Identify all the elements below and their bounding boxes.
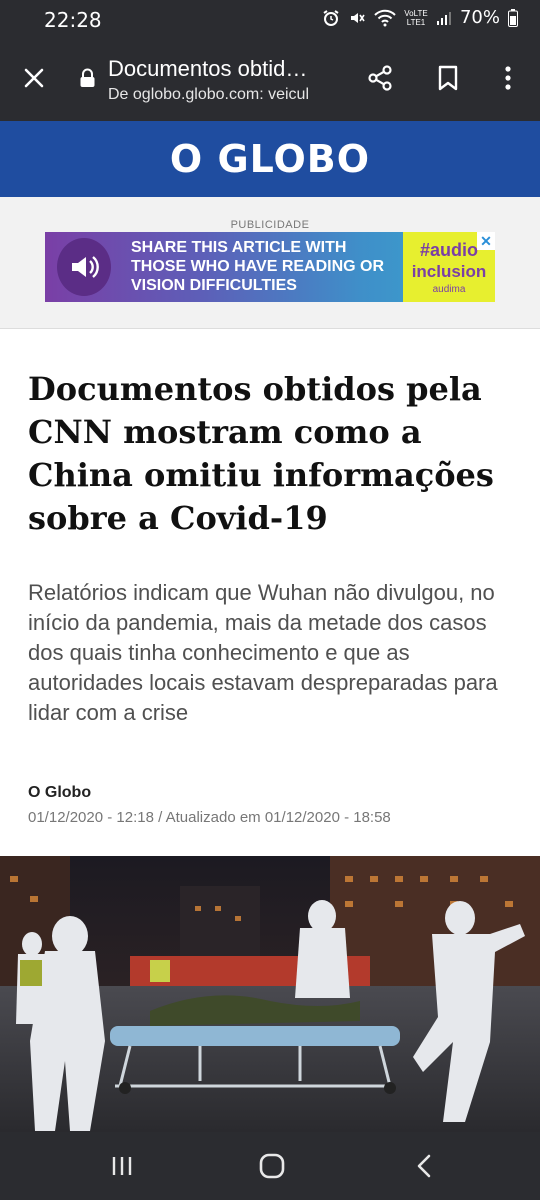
bookmark-button[interactable] [428, 58, 468, 98]
bookmark-icon [438, 65, 458, 91]
ad-brand: audima [432, 284, 466, 295]
battery-icon [508, 8, 518, 27]
more-options-button[interactable] [488, 58, 528, 98]
share-icon [368, 65, 392, 91]
page-url[interactable]: De oglobo.globo.com: veicul [108, 86, 336, 104]
article-headline: Documentos obtidos pela CNN mostram como… [28, 370, 494, 537]
alarm-icon [323, 9, 339, 26]
status-bar: 22:28 VoLTE LTE1 70% [0, 0, 540, 38]
system-nav-bar [0, 1132, 540, 1200]
wifi-icon [374, 9, 396, 26]
ad-banner[interactable]: SHARE THIS ARTICLE WITH THOSE WHO HAVE R… [45, 232, 495, 302]
lock-icon [80, 68, 95, 87]
ad-label: PUBLICIDADE [230, 219, 310, 231]
recents-button[interactable] [98, 1146, 146, 1186]
more-vert-icon [505, 66, 511, 90]
article-photo[interactable] [0, 856, 540, 1132]
signal-icon [436, 11, 451, 25]
back-icon [417, 1154, 431, 1178]
close-icon [24, 68, 44, 88]
recents-icon [112, 1157, 132, 1175]
hospital-scene-image [0, 856, 540, 1132]
page-title: Documentos obtid… [108, 56, 308, 81]
mute-icon [350, 12, 365, 23]
browser-toolbar: Documentos obtid… De oglobo.globo.com: v… [0, 38, 540, 121]
article-dates: 01/12/2020 - 12:18 / Atualizado em 01/12… [28, 809, 391, 826]
clock: 22:28 [44, 8, 102, 32]
share-button[interactable] [360, 58, 400, 98]
close-button[interactable] [14, 58, 54, 98]
battery-level: 70% [459, 7, 500, 28]
speaker-icon [57, 238, 111, 296]
network-label: VoLTE LTE1 [404, 8, 428, 27]
site-logo[interactable]: O GLOBO [170, 137, 370, 181]
ad-text: SHARE THIS ARTICLE WITH THOSE WHO HAVE R… [131, 239, 385, 294]
article-author[interactable]: O Globo [28, 784, 91, 802]
status-icons: VoLTE LTE1 70% [322, 7, 518, 28]
ad-close-button[interactable]: ✕ [477, 232, 495, 250]
ad-inclusion: inclusion [411, 262, 487, 281]
ad-zone: PUBLICIDADE SHARE THIS ARTICLE WITH THOS… [0, 197, 540, 329]
home-icon [259, 1153, 285, 1179]
back-button[interactable] [400, 1146, 448, 1186]
home-button[interactable] [248, 1146, 296, 1186]
site-header: O GLOBO [0, 121, 540, 197]
article-subtitle: Relatórios indicam que Wuhan não divulgo… [28, 580, 498, 725]
